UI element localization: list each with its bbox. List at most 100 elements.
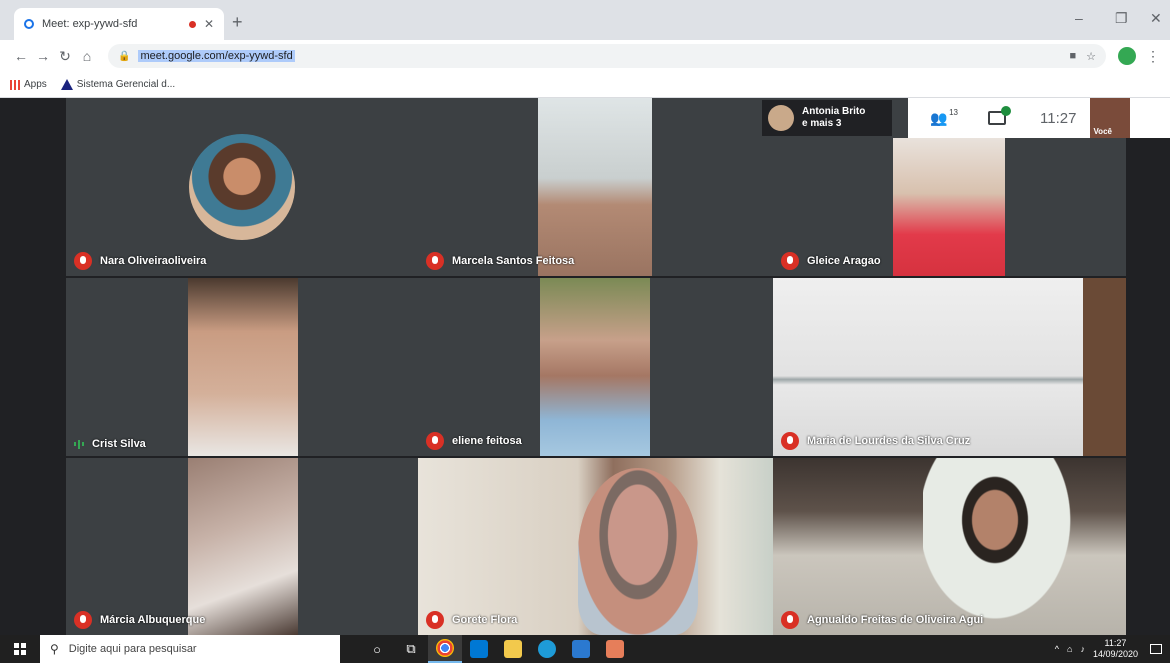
tab-title: Meet: exp-yywd-sfd — [42, 18, 138, 30]
system-tray: ^ ⌂ ♪ 11:27 14/09/2020 — [1055, 635, 1170, 663]
participant-tile[interactable]: Gorete Flora — [418, 458, 773, 635]
participant-name-tag: Crist Silva — [74, 438, 146, 450]
mic-muted-icon — [781, 432, 799, 450]
mic-muted-icon — [426, 432, 444, 450]
url-text: meet.google.com/exp-yywd-sfd — [138, 50, 295, 62]
participant-tile[interactable]: Agnualdo Freitas de Oliveira Agui — [773, 458, 1126, 635]
home-icon[interactable]: ⌂ — [76, 48, 98, 64]
participant-name-tag: Marcela Santos Feitosa — [426, 252, 574, 270]
meet-clock: 11:27 — [1040, 109, 1077, 127]
windows-logo-icon — [14, 643, 26, 655]
presenter-avatar — [768, 105, 794, 131]
bookmark-label: Sistema Gerencial d... — [76, 79, 176, 90]
menu-kebab-icon[interactable]: ⋮ — [1146, 48, 1160, 65]
mic-muted-icon — [74, 611, 92, 629]
paint-icon[interactable] — [598, 635, 632, 663]
participant-tile[interactable]: Nara Oliveiraoliveira — [66, 98, 418, 276]
bookmark-sistema-gerencial[interactable]: Sistema Gerencial d... — [60, 79, 176, 90]
bookmark-apps[interactable]: Apps — [10, 79, 47, 90]
people-button[interactable]: 👥 13 — [930, 108, 958, 126]
taskbar-clock[interactable]: 11:27 14/09/2020 — [1093, 638, 1138, 660]
minimize-button[interactable]: – — [1075, 10, 1083, 26]
browser-tab[interactable]: Meet: exp-yywd-sfd ✕ — [14, 8, 224, 40]
taskbar-date: 14/09/2020 — [1092, 649, 1138, 659]
participant-name: Marcela Santos Feitosa — [452, 255, 575, 267]
volume-icon[interactable]: ♪ — [1080, 644, 1085, 654]
people-icon: 👥 — [930, 110, 948, 126]
bookmark-label: Apps — [24, 79, 47, 90]
apps-grid-icon — [10, 79, 20, 90]
presenter-more: e mais 3 — [802, 118, 842, 129]
close-window-button[interactable]: ✕ — [1150, 10, 1162, 27]
lock-icon: 🔒 — [118, 50, 131, 62]
sistema-logo-icon — [60, 79, 73, 90]
meet-grid: Nara Oliveiraoliveira Marcela Santos Fei… — [0, 98, 1170, 635]
chevron-up-icon[interactable]: ^ — [1055, 644, 1059, 654]
speaking-indicator-icon — [74, 439, 84, 449]
chat-button[interactable] — [988, 106, 1011, 125]
people-count: 13 — [949, 108, 958, 117]
chat-notification-dot — [1001, 106, 1011, 116]
participant-video — [923, 458, 1083, 635]
notification-center-icon[interactable] — [1150, 644, 1162, 654]
mic-muted-icon — [781, 611, 799, 629]
participant-name: Márcia Albuquerque — [100, 614, 206, 626]
participant-name: Agnualdo Freitas de Oliveira Agui — [807, 614, 984, 626]
participant-video — [188, 278, 298, 456]
participant-tile[interactable]: Marcela Santos Feitosa — [418, 98, 773, 276]
new-tab-button[interactable]: + — [232, 12, 243, 33]
mic-muted-icon — [426, 611, 444, 629]
search-placeholder: Digite aqui para pesquisar — [68, 643, 197, 655]
store-icon[interactable] — [564, 635, 598, 663]
windows-taskbar: ⚲ Digite aqui para pesquisar ○ ⧉ ^ ⌂ ♪ 1… — [0, 635, 1170, 663]
participant-name: eliene feitosa — [452, 435, 522, 447]
network-icon[interactable]: ⌂ — [1067, 644, 1072, 654]
mic-muted-icon — [426, 252, 444, 270]
forward-icon[interactable]: → — [32, 48, 54, 64]
presenter-name: Antonia Brito — [802, 106, 866, 117]
participant-avatar — [189, 134, 295, 240]
participant-video — [188, 458, 298, 635]
restore-button[interactable]: ❐ — [1115, 10, 1128, 27]
taskbar-search-input[interactable]: ⚲ Digite aqui para pesquisar — [40, 635, 340, 663]
tab-close-button[interactable]: ✕ — [204, 17, 214, 31]
bookmarks-bar: Apps Sistema Gerencial d... — [0, 72, 1170, 98]
participant-video — [893, 138, 1005, 276]
start-button[interactable] — [0, 635, 40, 663]
reload-icon[interactable]: ↻ — [54, 48, 76, 65]
participant-video — [538, 98, 652, 276]
participant-name: Nara Oliveiraoliveira — [100, 255, 207, 267]
url-input[interactable]: 🔒 meet.google.com/exp-yywd-sfd ■ ☆ — [108, 44, 1106, 68]
presenter-indicator[interactable]: Antonia Brito e mais 3 — [762, 100, 892, 136]
participant-tile[interactable]: Maria de Lourdes da Silva Cruz — [773, 278, 1126, 456]
participant-name: Crist Silva — [92, 438, 146, 450]
cortana-icon[interactable]: ○ — [360, 635, 394, 663]
participant-name: Gorete Flora — [452, 614, 518, 626]
participant-name-tag: Márcia Albuquerque — [74, 611, 205, 629]
participant-tile[interactable]: Crist Silva — [66, 278, 418, 456]
meet-favicon-icon — [24, 19, 34, 29]
mail-icon[interactable] — [462, 635, 496, 663]
back-icon[interactable]: ← — [10, 48, 32, 64]
address-bar-row: ← → ↻ ⌂ 🔒 meet.google.com/exp-yywd-sfd ■… — [0, 40, 1170, 72]
participant-tile[interactable]: Márcia Albuquerque — [66, 458, 418, 635]
file-explorer-icon[interactable] — [496, 635, 530, 663]
mic-muted-icon — [74, 252, 92, 270]
bookmark-star-icon[interactable]: ☆ — [1086, 50, 1096, 63]
task-view-icon[interactable]: ⧉ — [394, 635, 428, 663]
participant-name-tag: Gleice Aragao — [781, 252, 881, 270]
search-icon: ⚲ — [50, 642, 59, 656]
participant-tile[interactable]: eliene feitosa — [418, 278, 773, 456]
browser-tab-bar: Meet: exp-yywd-sfd ✕ + – ❐ ✕ — [0, 0, 1170, 40]
participant-video-face — [578, 468, 698, 635]
profile-avatar[interactable] — [1118, 47, 1136, 65]
self-view[interactable]: Você — [1090, 98, 1131, 138]
camera-icon[interactable]: ■ — [1069, 50, 1076, 62]
edge-icon[interactable] — [530, 635, 564, 663]
mic-muted-icon — [781, 252, 799, 270]
taskbar-time: 11:27 — [1104, 638, 1127, 648]
participant-video-door — [1083, 278, 1126, 456]
participant-name-tag: Gorete Flora — [426, 611, 517, 629]
recording-dot-icon — [188, 20, 196, 28]
chrome-taskbar-icon[interactable] — [428, 635, 462, 663]
